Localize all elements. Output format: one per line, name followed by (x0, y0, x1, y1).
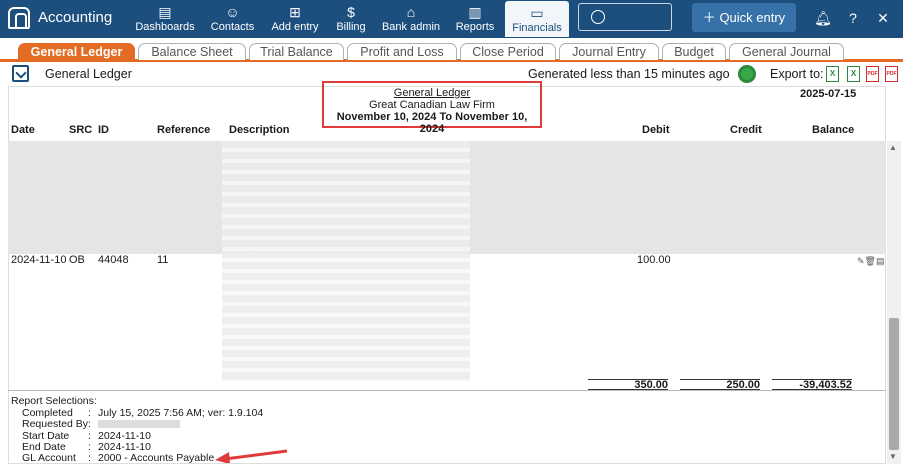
timer-search-box[interactable] (578, 3, 672, 31)
column-id: ID (98, 124, 109, 136)
column-reference: Reference (157, 124, 211, 136)
tab-trial-balance[interactable]: Trial Balance (249, 43, 344, 60)
quick-entry-label: Quick entry (719, 10, 786, 25)
collapse-icon[interactable] (12, 65, 29, 82)
trash-icon[interactable]: 🗑︎ (865, 256, 876, 266)
scroll-down-icon[interactable]: ▼ (889, 452, 897, 461)
date-range: November 10, 2024 To November 10, 2024 (336, 111, 528, 135)
footer-divider (8, 390, 886, 391)
report-header: General Ledger Great Canadian Law Firm N… (322, 81, 542, 135)
row-actions: ✎🗑︎▤ (857, 256, 885, 267)
contacts-icon: ☺ (225, 4, 240, 20)
tools-icon[interactable]: ✕ (874, 9, 892, 27)
tab-general-ledger[interactable]: General Ledger (18, 43, 135, 60)
row-id[interactable]: 44048 (98, 254, 129, 266)
subheader-title: General Ledger (45, 67, 132, 81)
annotation-arrow-icon (215, 449, 288, 463)
column-debit: Debit (642, 124, 670, 136)
selection-requested-colon: : (88, 418, 91, 430)
selection-gl-account-key: GL Account (22, 452, 76, 464)
export-pdf-alt-icon[interactable]: PDF (885, 66, 898, 82)
app-logo-icon[interactable] (8, 7, 30, 29)
row-reference: 11 (157, 254, 169, 266)
nav-billing[interactable]: $ Billing (332, 0, 370, 38)
selection-requested-value (98, 418, 180, 430)
selection-requested-key: Requested By (22, 418, 88, 430)
export-excel-icon[interactable]: X (826, 66, 839, 82)
selection-gl-account-value: 2000 - Accounts Payable (98, 452, 215, 464)
stopwatch-icon (591, 10, 605, 24)
column-description: Description (229, 124, 290, 136)
edit-icon[interactable]: ✎ (857, 256, 865, 266)
plus-box-icon: ⊞ (289, 4, 301, 20)
redacted-description (222, 141, 470, 381)
nav-add-entry-label: Add entry (271, 21, 319, 33)
tab-journal-entry[interactable]: Journal Entry (559, 43, 659, 60)
nav-contacts-label: Contacts (210, 21, 255, 33)
redacted-user (98, 420, 180, 429)
dashboards-icon: ▤ (158, 4, 172, 20)
report-selections-title: Report Selections: (11, 395, 97, 407)
row-debit: 100.00 (637, 254, 671, 266)
export-label: Export to: (770, 67, 824, 81)
nav-billing-label: Billing (336, 21, 366, 33)
nav-contacts[interactable]: ☺ Contacts (205, 0, 260, 38)
firm-name: Great Canadian Law Firm (369, 99, 495, 111)
quick-entry-button[interactable]: ＋ Quick entry (692, 3, 796, 32)
nav-add-entry[interactable]: ⊞ Add entry (266, 0, 324, 38)
generated-status: Generated less than 15 minutes ago (528, 67, 730, 81)
nav-financials[interactable]: ▭ Financials (505, 1, 569, 37)
column-src: SRC (69, 124, 93, 136)
bank-icon: ⌂ (406, 4, 416, 20)
money-icon: ▭ (530, 5, 544, 21)
refresh-icon[interactable] (738, 65, 756, 83)
report-date: 2025-07-15 (800, 88, 857, 100)
report-tabs: General Ledger Balance Sheet Trial Balan… (0, 38, 903, 62)
bell-icon[interactable]: 🔔︎ (814, 9, 832, 27)
nav-bank-admin[interactable]: ⌂ Bank admin (378, 0, 444, 38)
row-src: OB (69, 254, 85, 266)
top-navigation-bar: Accounting ▤ Dashboards ☺ Contacts ⊞ Add… (0, 0, 903, 38)
dollar-icon: $ (347, 4, 355, 20)
app-title: Accounting (38, 9, 113, 26)
tab-profit-and-loss[interactable]: Profit and Loss (347, 43, 457, 60)
column-balance: Balance (812, 124, 855, 136)
scroll-up-icon[interactable]: ▲ (889, 143, 897, 152)
help-icon[interactable]: ? (844, 9, 862, 27)
tab-budget[interactable]: Budget (662, 43, 726, 60)
nav-reports-label: Reports (455, 21, 495, 33)
row-date: 2024-11-10 (11, 254, 67, 266)
tab-general-journal[interactable]: General Journal (729, 43, 844, 60)
bar-chart-icon: ▥ (468, 4, 482, 20)
export-pdf-icon[interactable]: PDF (866, 66, 879, 82)
nav-financials-label: Financials (512, 22, 562, 34)
scrollbar-thumb[interactable] (889, 318, 899, 450)
document-icon[interactable]: ▤ (876, 256, 885, 266)
export-excel-alt-icon[interactable]: X (847, 66, 860, 82)
column-date: Date (11, 124, 35, 136)
selection-gl-account-colon: : (88, 452, 91, 464)
nav-dashboards[interactable]: ▤ Dashboards (130, 0, 200, 38)
tab-balance-sheet[interactable]: Balance Sheet (138, 43, 246, 60)
nav-bank-admin-label: Bank admin (381, 21, 441, 33)
nav-dashboards-label: Dashboards (135, 21, 195, 33)
nav-reports[interactable]: ▥ Reports (452, 0, 498, 38)
column-credit: Credit (730, 124, 762, 136)
report-title: General Ledger (393, 87, 471, 99)
tab-close-period[interactable]: Close Period (460, 43, 556, 60)
plus-icon: ＋ (702, 10, 716, 25)
